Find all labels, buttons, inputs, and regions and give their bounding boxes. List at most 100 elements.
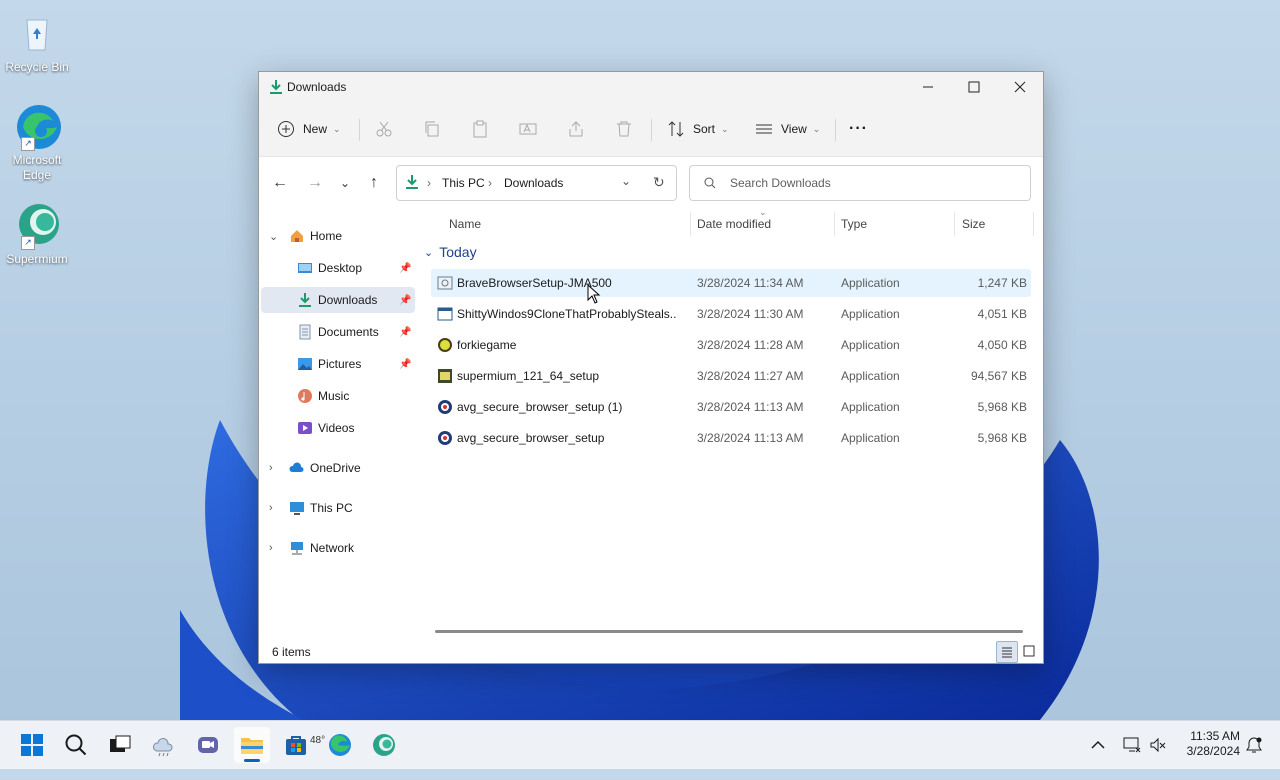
notifications-button[interactable] [1242,727,1266,763]
file-row[interactable]: forkiegame 3/28/2024 11:28 AM Applicatio… [431,331,1031,359]
file-row[interactable]: BraveBrowserSetup-JMA500 3/28/2024 11:34… [431,269,1031,297]
address-history-chevron-icon[interactable]: ⌄ [621,174,631,188]
sidebar-item-network[interactable]: › Network [261,535,415,561]
navigation-pane: ⌄ Home Desktop 📌 Downloads 📌 Documents 📌… [259,219,417,629]
sidebar-item-videos[interactable]: Videos [261,415,415,441]
cut-button[interactable] [375,114,393,144]
refresh-icon[interactable]: ↻ [653,174,665,191]
window-title: Downloads [287,80,347,94]
show-hidden-icons-button[interactable] [1086,727,1110,763]
home-icon [289,228,305,244]
copy-button[interactable] [423,114,441,144]
sidebar-item-label: OneDrive [310,461,361,475]
sidebar-item-label: Documents [318,325,379,339]
new-button[interactable]: New ⌄ [277,114,341,144]
group-header-today[interactable]: ⌄ Today [424,244,477,260]
breadcrumb-downloads[interactable]: Downloads [504,176,563,190]
file-type: Application [841,276,900,290]
active-indicator [244,759,260,762]
arrow-up-icon: ↑ [370,174,378,191]
sidebar-item-downloads[interactable]: Downloads 📌 [261,287,415,313]
avg-browser-icon [437,399,453,415]
column-divider[interactable] [690,212,691,236]
share-button[interactable] [567,114,585,144]
edge-taskbar-button[interactable] [322,727,358,763]
column-divider[interactable] [1033,212,1034,236]
store-button[interactable] [278,727,314,763]
network-status-button[interactable] [1118,727,1146,763]
file-name: avg_secure_browser_setup (1) [457,400,623,414]
title-bar[interactable]: Downloads [259,72,1043,102]
pin-icon: 📌 [399,326,412,338]
details-view-button[interactable] [996,641,1018,663]
maximize-button[interactable] [951,72,997,102]
column-divider[interactable] [834,212,835,236]
more-options-button[interactable]: ··· [849,114,868,144]
file-name: supermium_121_64_setup [457,369,600,383]
file-type: Application [841,431,900,445]
minimize-icon [923,86,933,88]
recent-locations-button[interactable]: ⌄ [332,172,358,194]
back-button[interactable]: ← [267,172,293,194]
up-button[interactable]: ↑ [361,172,387,194]
widgets-button[interactable]: 48° [146,727,325,763]
close-icon [1014,81,1026,93]
file-date: 3/28/2024 11:13 AM [697,431,804,445]
search-button[interactable] [58,727,94,763]
paste-button[interactable] [471,114,489,144]
rename-button[interactable] [519,114,537,144]
file-row[interactable]: avg_secure_browser_setup (1) 3/28/2024 1… [431,393,1031,421]
toolbar-divider [835,119,836,141]
file-type: Application [841,338,900,352]
downloads-icon [405,174,419,193]
forward-button[interactable]: → [302,172,328,194]
sort-icon [668,121,684,137]
address-bar[interactable]: › This PC › Downloads ⌄ ↻ [396,165,677,201]
delete-button[interactable] [615,114,633,144]
column-divider[interactable] [954,212,955,236]
volume-button[interactable] [1146,727,1170,763]
clock-date: 3/28/2024 [1186,744,1240,758]
volume-muted-icon [1150,737,1166,753]
more-icon: ··· [849,120,868,137]
desktop-icon-supermium[interactable]: ↗ Supermium [2,202,72,267]
breadcrumb-separator-icon: › [488,176,492,190]
chevron-down-icon: ⌄ [269,230,279,243]
minimize-button[interactable] [905,72,951,102]
sidebar-item-this-pc[interactable]: › This PC [261,495,415,521]
chat-button[interactable] [190,727,226,763]
close-button[interactable] [997,72,1043,102]
supermium-icon: ↗ [13,202,61,250]
sidebar-item-music[interactable]: Music [261,383,415,409]
view-button[interactable]: View ⌄ [755,114,820,144]
supermium-taskbar-button[interactable] [366,727,402,763]
taskbar-clock[interactable]: 11:35 AM 3/28/2024 [1176,729,1240,759]
file-explorer-taskbar-button[interactable] [234,727,270,763]
notification-bell-icon [1246,737,1262,753]
desktop-folder-icon [297,260,313,276]
sidebar-item-documents[interactable]: Documents 📌 [261,319,415,345]
chevron-down-icon: ⌄ [424,246,434,259]
tiles-view-button[interactable] [1019,641,1039,661]
sidebar-item-pictures[interactable]: Pictures 📌 [261,351,415,377]
sidebar-item-label: Home [310,229,343,243]
breadcrumb-this-pc[interactable]: This PC [442,176,485,190]
sidebar-item-label: Network [310,541,355,555]
sort-button[interactable]: Sort ⌄ [667,114,729,144]
file-type: Application [841,400,900,414]
sidebar-item-desktop[interactable]: Desktop 📌 [261,255,415,281]
file-row[interactable]: avg_secure_browser_setup 3/28/2024 11:13… [431,424,1031,452]
desktop-icon-edge[interactable]: ↗ Microsoft Edge [2,103,72,183]
copy-icon [425,121,439,137]
file-row[interactable]: supermium_121_64_setup 3/28/2024 11:27 A… [431,362,1031,390]
sidebar-item-home[interactable]: ⌄ Home [261,223,415,249]
task-view-button[interactable] [102,727,138,763]
music-icon [297,388,313,404]
search-box[interactable]: Search Downloads [689,165,1031,201]
chevron-right-icon: › [269,502,273,514]
file-row[interactable]: ShittyWindos9CloneThatProbablySteals... … [431,300,1031,328]
horizontal-scrollbar[interactable] [435,630,1023,633]
start-button[interactable] [14,727,50,763]
desktop-icon-recycle-bin[interactable]: Recycle Bin [2,10,72,75]
sidebar-item-onedrive[interactable]: › OneDrive [261,455,415,481]
